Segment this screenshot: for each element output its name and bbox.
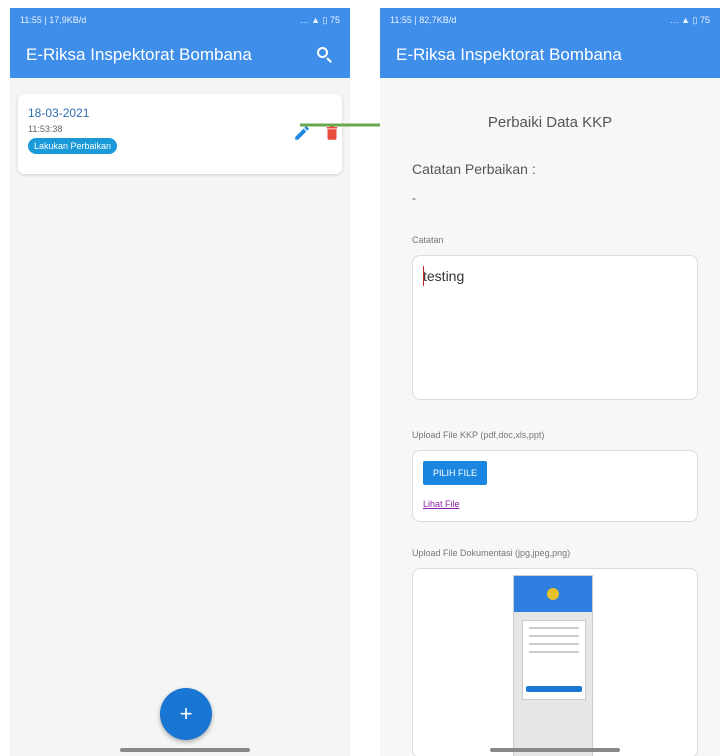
status-icons: … ▲ ▯ 75 xyxy=(299,14,340,25)
document-thumbnail[interactable] xyxy=(513,575,593,756)
app-title: E-Riksa Inspektorat Bombana xyxy=(26,45,252,64)
logo-icon xyxy=(547,588,559,600)
catatan-perbaikan-value: - xyxy=(412,191,416,205)
status-badge: Lakukan Perbaikan xyxy=(28,138,118,154)
upload-kkp-label: Upload File KKP (pdf,doc,xls,ppt) xyxy=(412,430,545,440)
right-phone-screen: 11:55 | 82,7KB/d … ▲ ▯ 75 E-Riksa Inspek… xyxy=(380,8,720,756)
app-bar: E-Riksa Inspektorat Bombana xyxy=(10,32,350,78)
upload-doc-box[interactable] xyxy=(412,568,698,756)
status-bar: 11:55 | 82,7KB/d … ▲ ▯ 75 xyxy=(380,8,720,32)
upload-doc-label: Upload File Dokumentasi (jpg,jpeg,png) xyxy=(412,548,571,558)
kkp-list-item[interactable]: 18-03-2021 11:53:38 Lakukan Perbaikan xyxy=(18,94,342,174)
catatan-textarea[interactable]: testing xyxy=(412,255,698,400)
page-title: Perbaiki Data KKP xyxy=(487,114,613,131)
app-title: E-Riksa Inspektorat Bombana xyxy=(396,45,622,64)
status-time: 11:55 | 82,7KB/d xyxy=(390,15,457,25)
catatan-label: Catatan xyxy=(412,235,444,245)
pick-file-button[interactable]: PILIH FILE xyxy=(423,461,488,485)
item-time: 11:53:38 xyxy=(28,124,63,134)
gesture-bar xyxy=(490,748,620,752)
catatan-text: testing xyxy=(423,268,465,284)
status-icons: … ▲ ▯ 75 xyxy=(669,14,710,25)
status-time: 11:55 | 17,9KB/d xyxy=(20,15,87,25)
view-file-link[interactable]: Lihat File xyxy=(423,499,687,509)
left-phone-screen: 11:55 | 17,9KB/d … ▲ ▯ 75 E-Riksa Inspek… xyxy=(10,8,350,756)
catatan-perbaikan-label: Catatan Perbaikan : xyxy=(412,161,536,177)
text-cursor xyxy=(423,266,424,286)
gesture-bar xyxy=(120,748,250,752)
status-bar: 11:55 | 17,9KB/d … ▲ ▯ 75 xyxy=(10,8,350,32)
search-icon[interactable] xyxy=(316,46,334,64)
add-button[interactable]: + xyxy=(160,688,212,740)
item-date: 18-03-2021 xyxy=(28,106,90,120)
app-bar: E-Riksa Inspektorat Bombana xyxy=(380,32,720,78)
upload-kkp-box: PILIH FILE Lihat File xyxy=(412,450,698,522)
